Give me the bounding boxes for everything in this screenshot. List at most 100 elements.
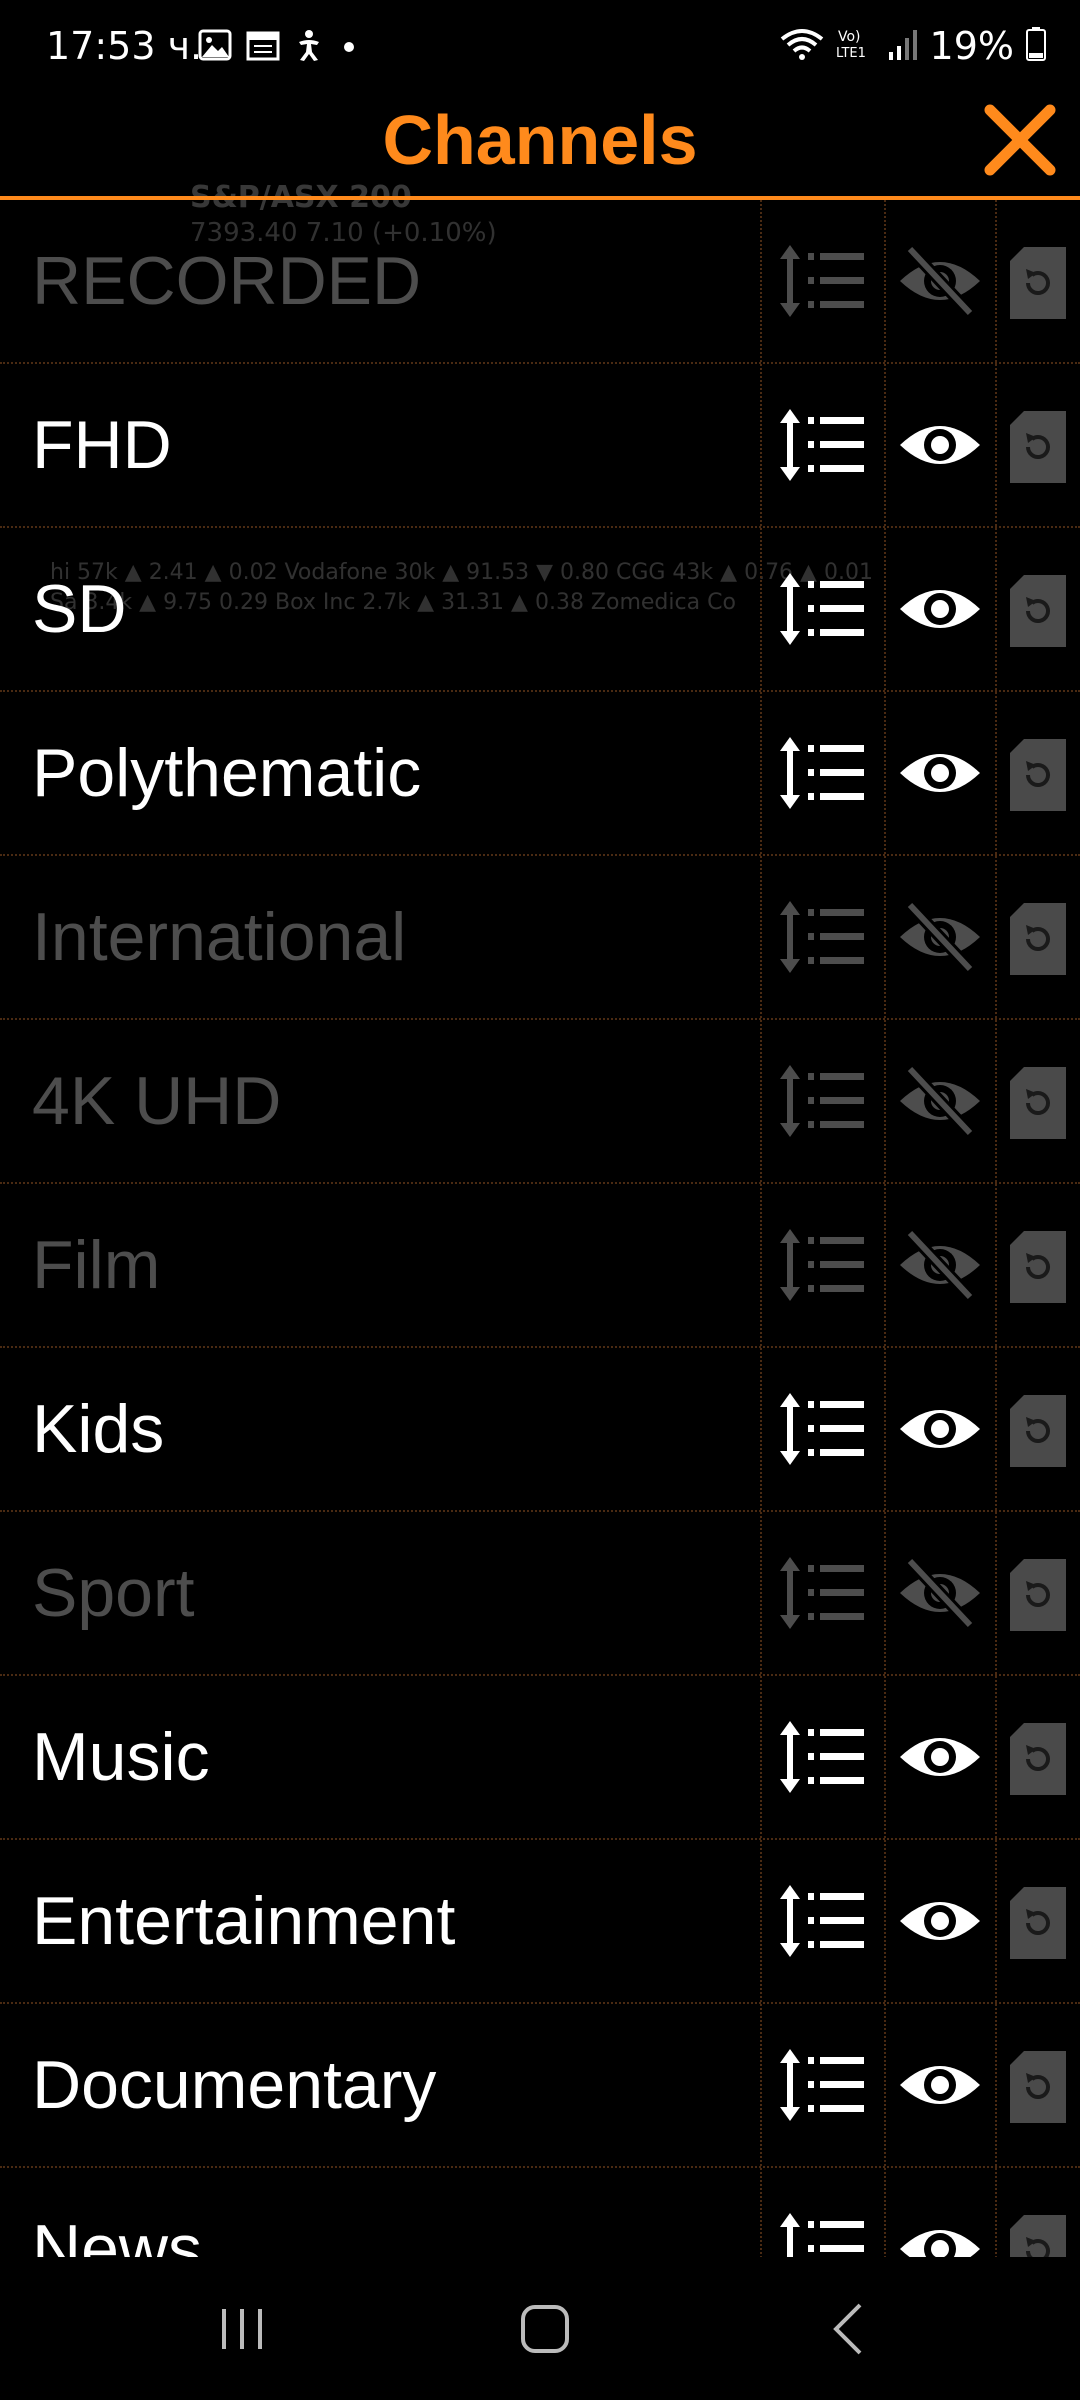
- reorder-button[interactable]: [778, 2045, 868, 2125]
- channel-row[interactable]: SD: [0, 528, 1080, 692]
- reset-button[interactable]: [1010, 903, 1066, 975]
- column-divider: [884, 200, 886, 362]
- channel-row[interactable]: Film: [0, 1184, 1080, 1348]
- channel-row[interactable]: Kids: [0, 1348, 1080, 1512]
- close-icon: [984, 104, 1056, 176]
- channel-row[interactable]: Polythematic: [0, 692, 1080, 856]
- accessibility-icon: [294, 28, 324, 66]
- restore-icon: [1010, 2051, 1066, 2123]
- visibility-toggle[interactable]: [896, 1061, 984, 1141]
- reset-button[interactable]: [1010, 1231, 1066, 1303]
- restore-icon: [1010, 1395, 1066, 1467]
- reorder-button[interactable]: [778, 1717, 868, 1797]
- sort-list-icon: [780, 1065, 864, 1137]
- channel-label: International: [32, 899, 407, 975]
- channels-header: Channels: [0, 88, 1080, 198]
- eye-off-icon: [900, 900, 980, 974]
- column-divider: [995, 1020, 997, 1182]
- reorder-button[interactable]: [778, 1389, 868, 1469]
- reset-button[interactable]: [1010, 411, 1066, 483]
- reorder-button[interactable]: [778, 1061, 868, 1141]
- visibility-toggle[interactable]: [896, 897, 984, 977]
- column-divider: [884, 1840, 886, 2002]
- channel-row[interactable]: FHD: [0, 364, 1080, 528]
- home-button[interactable]: [495, 2291, 595, 2367]
- navigation-bar: [0, 2257, 1080, 2400]
- visibility-toggle[interactable]: [896, 2209, 984, 2257]
- close-button[interactable]: [978, 98, 1062, 182]
- reset-button[interactable]: [1010, 575, 1066, 647]
- reorder-button[interactable]: [778, 897, 868, 977]
- reset-button[interactable]: [1010, 247, 1066, 319]
- visibility-toggle[interactable]: [896, 733, 984, 813]
- visibility-toggle[interactable]: [896, 241, 984, 321]
- reset-button[interactable]: [1010, 1395, 1066, 1467]
- sort-list-icon: [780, 737, 864, 809]
- sort-list-icon: [780, 1393, 864, 1465]
- restore-icon: [1010, 1559, 1066, 1631]
- reorder-button[interactable]: [778, 569, 868, 649]
- reorder-button[interactable]: [778, 2209, 868, 2257]
- column-divider: [995, 364, 997, 526]
- eye-icon: [900, 2230, 980, 2257]
- recent-apps-button[interactable]: [192, 2291, 292, 2367]
- visibility-toggle[interactable]: [896, 1225, 984, 1305]
- visibility-toggle[interactable]: [896, 405, 984, 485]
- visibility-toggle[interactable]: [896, 1717, 984, 1797]
- reorder-button[interactable]: [778, 1225, 868, 1305]
- eye-icon: [900, 426, 980, 464]
- channel-row[interactable]: Music: [0, 1676, 1080, 1840]
- reorder-button[interactable]: [778, 405, 868, 485]
- battery-percent: 19%: [929, 24, 1014, 68]
- column-divider: [760, 1348, 762, 1510]
- channel-row[interactable]: International: [0, 856, 1080, 1020]
- channel-row[interactable]: Sport: [0, 1512, 1080, 1676]
- reorder-button[interactable]: [778, 1881, 868, 1961]
- svg-text:Vo): Vo): [838, 29, 861, 45]
- column-divider: [760, 856, 762, 1018]
- channel-row[interactable]: News: [0, 2168, 1080, 2257]
- signal-icon: [888, 28, 918, 64]
- reset-button[interactable]: [1010, 1067, 1066, 1139]
- visibility-toggle[interactable]: [896, 1881, 984, 1961]
- channel-row[interactable]: RECORDED: [0, 200, 1080, 364]
- reset-button[interactable]: [1010, 2051, 1066, 2123]
- restore-icon: [1010, 903, 1066, 975]
- restore-icon: [1010, 1723, 1066, 1795]
- column-divider: [760, 1840, 762, 2002]
- column-divider: [884, 1184, 886, 1346]
- visibility-toggle[interactable]: [896, 1389, 984, 1469]
- eye-off-icon: [900, 1556, 980, 1630]
- channel-list[interactable]: RECORDED FHD SD Polythematic International 4K…: [0, 200, 1080, 2257]
- column-divider: [995, 528, 997, 690]
- channel-label: Sport: [32, 1555, 195, 1631]
- column-divider: [884, 364, 886, 526]
- reset-button[interactable]: [1010, 739, 1066, 811]
- reset-button[interactable]: [1010, 1887, 1066, 1959]
- visibility-toggle[interactable]: [896, 569, 984, 649]
- column-divider: [995, 1512, 997, 1674]
- visibility-toggle[interactable]: [896, 2045, 984, 2125]
- reset-button[interactable]: [1010, 1559, 1066, 1631]
- reset-button[interactable]: [1010, 1723, 1066, 1795]
- eye-icon: [900, 754, 980, 792]
- recent-apps-icon: [222, 2309, 262, 2349]
- back-button[interactable]: [800, 2291, 900, 2367]
- column-divider: [995, 692, 997, 854]
- eye-off-icon: [900, 1064, 980, 1138]
- channel-row[interactable]: Entertainment: [0, 1840, 1080, 2004]
- channel-row[interactable]: Documentary: [0, 2004, 1080, 2168]
- channel-row[interactable]: 4K UHD: [0, 1020, 1080, 1184]
- reorder-button[interactable]: [778, 1553, 868, 1633]
- reorder-button[interactable]: [778, 241, 868, 321]
- eye-off-icon: [900, 1228, 980, 1302]
- page-title: Channels: [382, 101, 698, 179]
- reorder-button[interactable]: [778, 733, 868, 813]
- column-divider: [760, 200, 762, 362]
- restore-icon: [1010, 247, 1066, 319]
- calendar-icon: [246, 29, 280, 65]
- column-divider: [760, 2168, 762, 2257]
- status-time: 17:53 ч.: [46, 24, 203, 68]
- reset-button[interactable]: [1010, 2215, 1066, 2257]
- visibility-toggle[interactable]: [896, 1553, 984, 1633]
